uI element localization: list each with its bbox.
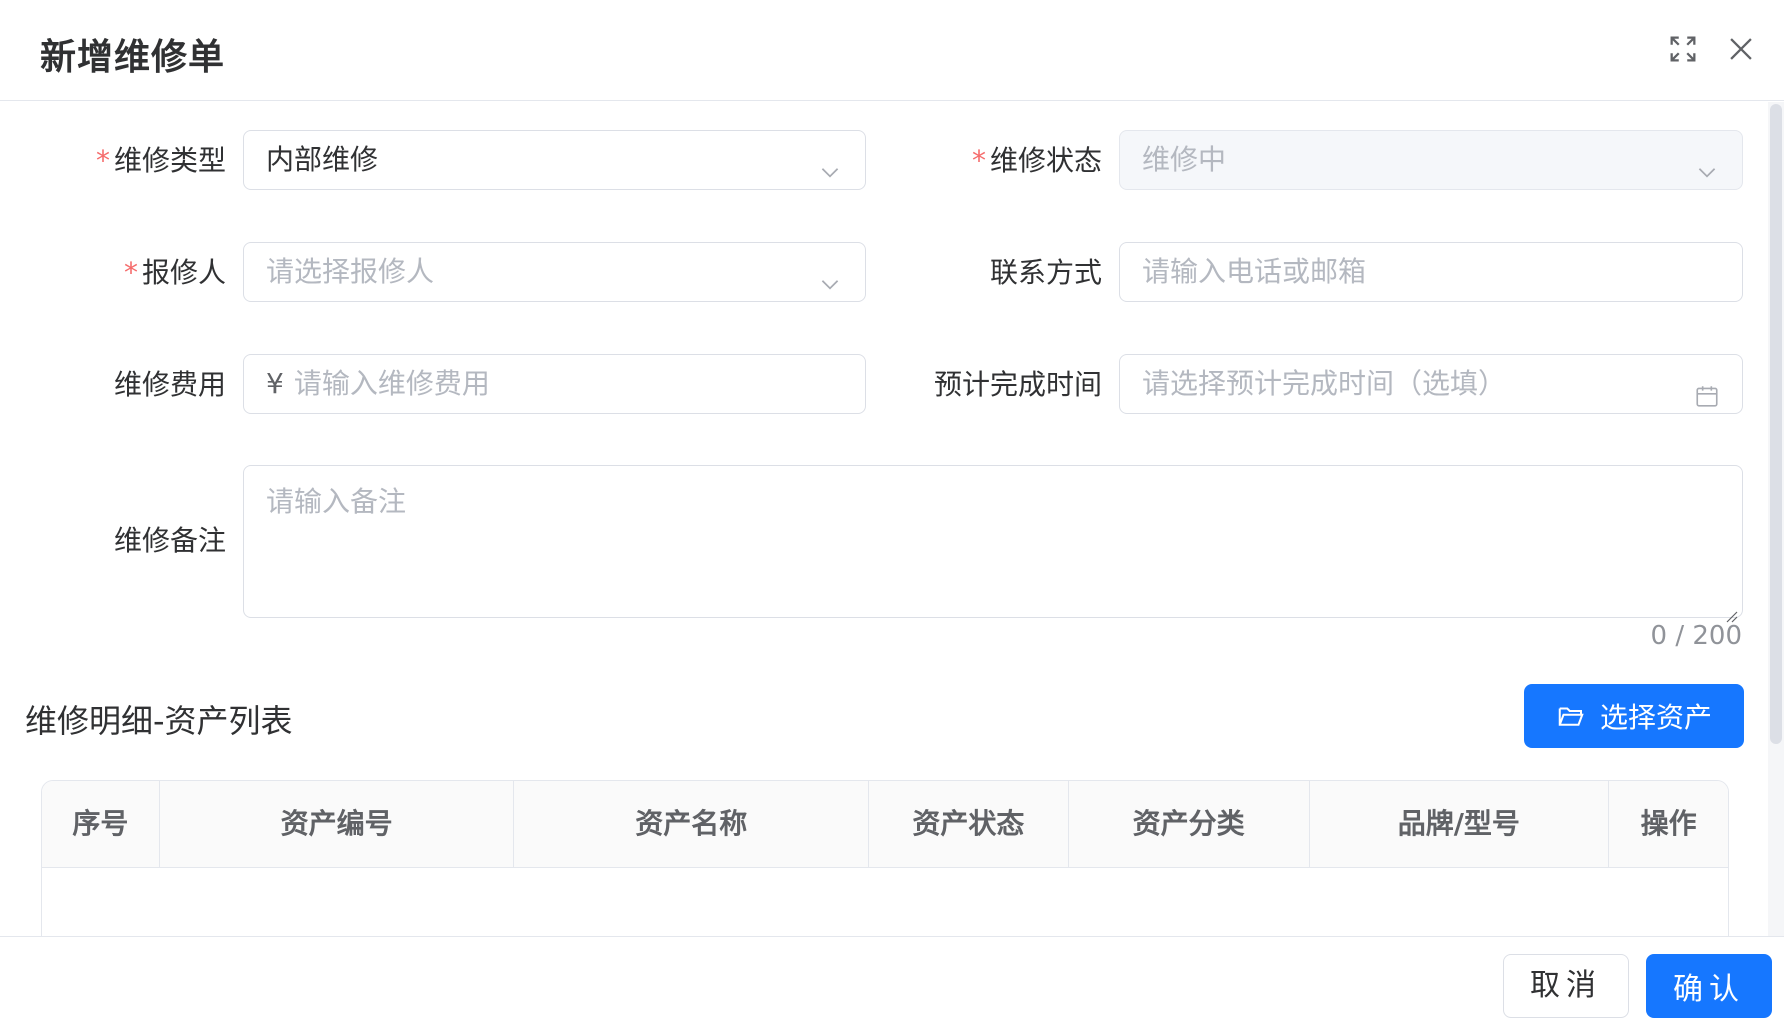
cost-label: 维修费用 — [113, 368, 226, 401]
column-header-asset-name: 资产名称 — [514, 781, 870, 867]
currency-prefix: ¥ — [266, 367, 284, 400]
asset-table: 序号 资产编号 资产名称 资产状态 资产分类 品牌/型号 操作 — [41, 780, 1729, 936]
chevron-down-icon — [817, 259, 843, 290]
repair-status-label: * 维修状态 — [971, 144, 1102, 177]
dialog-body: * 维修类型 内部维修 * 维修状态 维修中 * 报修人 请选择报修人 联系方式… — [0, 102, 1784, 936]
repair-type-label: * 维修类型 — [95, 144, 226, 177]
chevron-down-icon — [1694, 147, 1720, 178]
dialog-header: 新增维修单 — [0, 0, 1784, 101]
repair-order-dialog: 新增维修单 * 维修类型 内部维修 * 维修状态 维修中 * 报修人 请选择报修… — [0, 0, 1784, 1028]
remark-label: 维修备注 — [113, 524, 226, 557]
column-header-actions: 操作 — [1640, 807, 1697, 840]
select-asset-button[interactable]: 选择资产 — [1524, 684, 1744, 748]
resize-handle-icon[interactable] — [1722, 597, 1738, 623]
chevron-down-icon — [817, 147, 843, 178]
column-header-brand-model: 品牌/型号 — [1310, 781, 1610, 867]
dialog-footer: 取消 确认 — [0, 936, 1784, 1028]
vertical-scrollbar[interactable] — [1768, 102, 1784, 936]
contact-label: 联系方式 — [989, 256, 1102, 289]
reporter-select[interactable]: 请选择报修人 — [243, 242, 866, 302]
expand-icon[interactable] — [1666, 32, 1700, 66]
eta-date-picker[interactable]: 请选择预计完成时间（选填） — [1119, 354, 1743, 414]
dialog-title: 新增维修单 — [40, 37, 226, 78]
column-header-asset-category: 资产分类 — [1069, 781, 1310, 867]
remark-textarea[interactable]: 请输入备注 — [243, 465, 1743, 623]
folder-open-icon — [1558, 707, 1584, 726]
table-header: 序号 资产编号 资产名称 资产状态 资产分类 品牌/型号 操作 — [42, 781, 1728, 868]
reporter-label: * 报修人 — [123, 256, 226, 289]
char-counter: 0 / 200 — [1650, 621, 1742, 651]
contact-input[interactable]: 请输入电话或邮箱 — [1119, 242, 1743, 302]
column-header-asset-status: 资产状态 — [869, 781, 1069, 867]
column-header-index: 序号 — [42, 781, 160, 867]
cancel-button[interactable]: 取消 — [1503, 954, 1629, 1018]
eta-label: 预计完成时间 — [933, 368, 1102, 401]
column-header-asset-code: 资产编号 — [160, 781, 515, 867]
close-icon[interactable] — [1724, 32, 1758, 66]
calendar-icon[interactable] — [1694, 371, 1720, 407]
cost-input[interactable]: ¥ 请输入维修费用 — [243, 354, 866, 414]
repair-type-select[interactable]: 内部维修 — [243, 130, 866, 190]
asset-section-title: 维修明细-资产列表 — [25, 702, 293, 740]
scrollbar-thumb[interactable] — [1770, 104, 1782, 744]
repair-status-select[interactable]: 维修中 — [1119, 130, 1743, 190]
confirm-button[interactable]: 确认 — [1646, 954, 1772, 1018]
